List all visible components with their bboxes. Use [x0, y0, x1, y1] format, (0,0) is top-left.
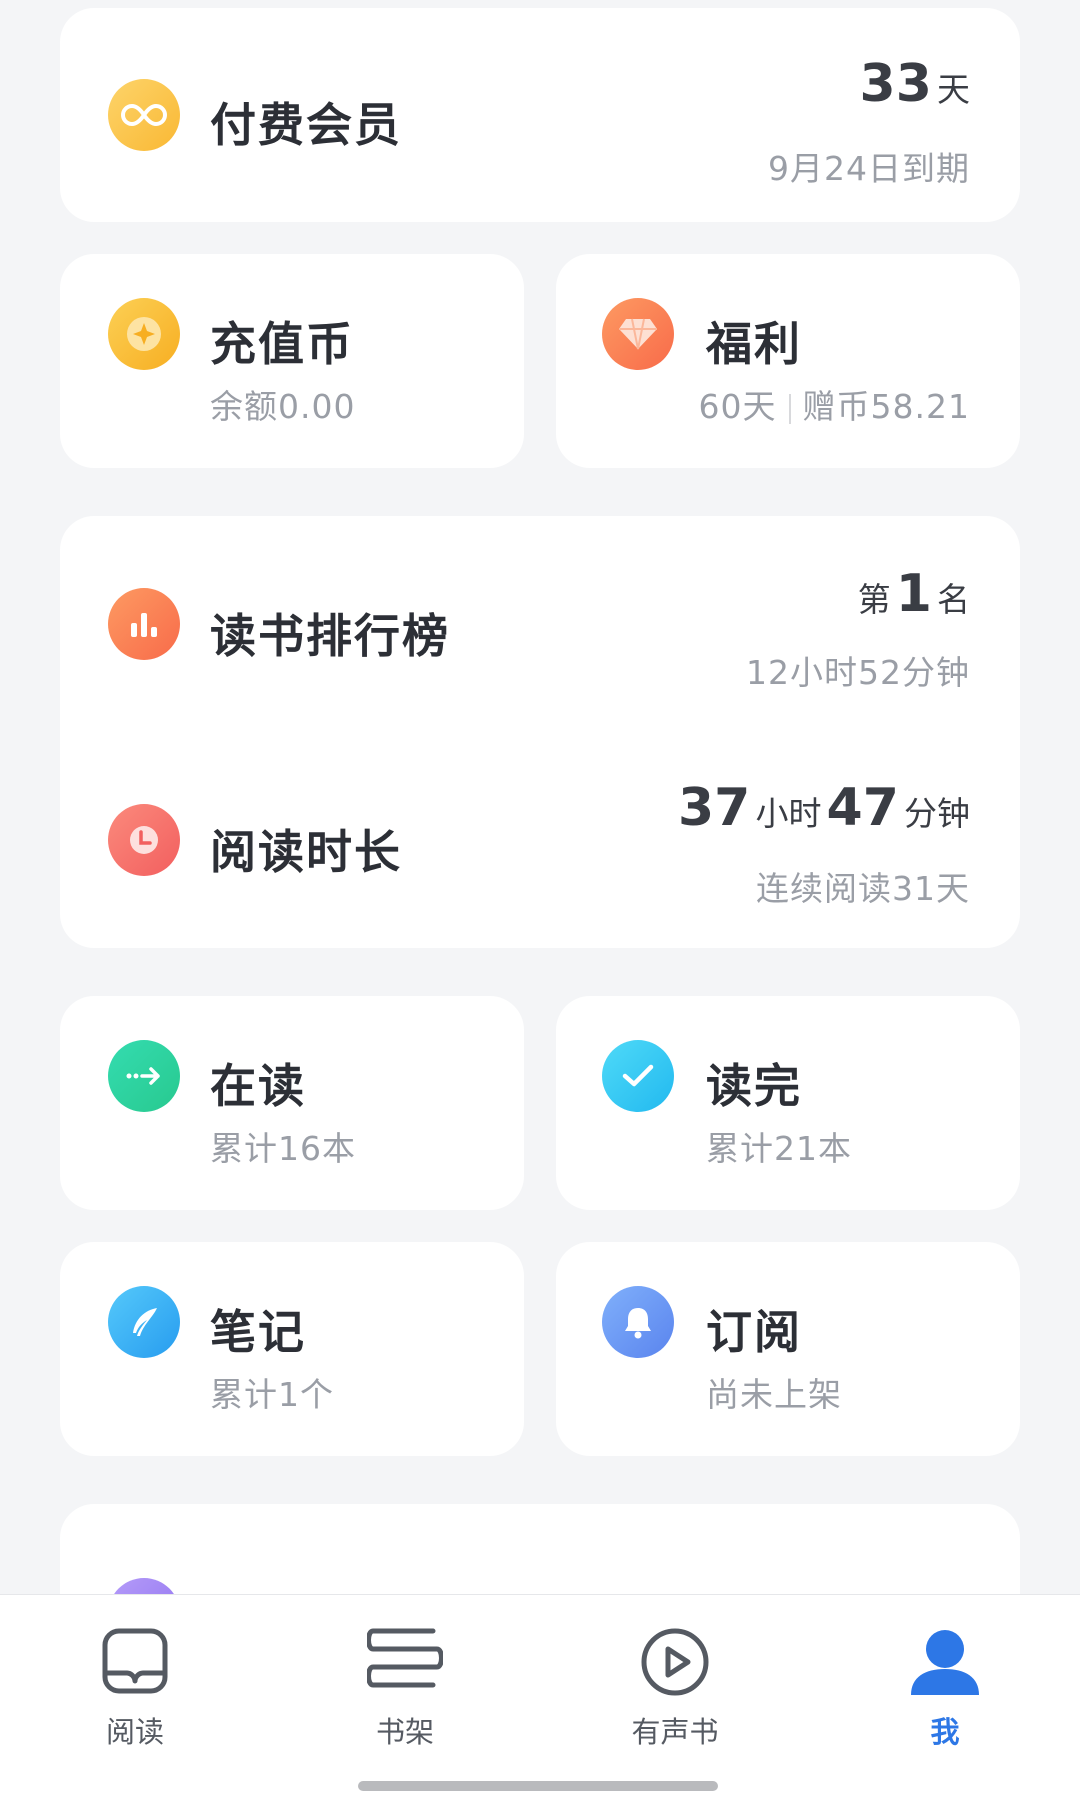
bell-icon — [602, 1286, 674, 1358]
book-icon — [101, 1627, 169, 1699]
person-icon — [909, 1627, 981, 1701]
welfare-bonus: 赠币58.21 — [802, 387, 970, 426]
tab-label: 阅读 — [105, 1715, 164, 1749]
tab-read[interactable]: 阅读 — [35, 1595, 235, 1749]
reading-title: 在读 — [210, 1059, 306, 1113]
welfare-days: 60天 — [698, 387, 777, 426]
feather-icon — [108, 1286, 180, 1358]
minutes-value: 47 — [826, 778, 899, 838]
tab-label: 书架 — [375, 1715, 434, 1749]
coin-icon — [108, 298, 180, 370]
divider — [788, 393, 791, 424]
tab-me[interactable]: 我 — [845, 1595, 1045, 1749]
reading-time-row[interactable]: 阅读时长 37 小时 47 分钟 连续阅读31天 — [60, 732, 1020, 948]
tab-label: 我 — [930, 1715, 960, 1749]
diamond-icon — [602, 298, 674, 370]
arrow-right-icon — [108, 1040, 180, 1112]
ranking-time: 12小时52分钟 — [746, 653, 970, 692]
membership-title: 付费会员 — [210, 98, 402, 152]
reading-count: 累计16本 — [210, 1129, 356, 1168]
membership-days-unit: 天 — [937, 70, 970, 109]
recharge-title: 充值币 — [210, 317, 354, 371]
reading-time-total: 37 小时 47 分钟 — [678, 778, 970, 838]
hours-unit: 小时 — [755, 794, 822, 833]
finished-count: 累计21本 — [706, 1129, 852, 1168]
play-icon — [640, 1627, 710, 1701]
tab-bar: 阅读 书架 有声书 我 — [0, 1594, 1080, 1810]
finished-card[interactable]: 读完 累计21本 — [556, 996, 1020, 1210]
notes-count: 累计1个 — [210, 1375, 334, 1414]
minutes-unit: 分钟 — [904, 794, 970, 833]
membership-expire: 9月24日到期 — [768, 149, 970, 188]
notes-title: 笔记 — [210, 1305, 306, 1359]
ranking-title: 读书排行榜 — [210, 609, 450, 663]
home-indicator — [358, 1781, 718, 1791]
welfare-info: 60天 赠币58.21 — [699, 380, 970, 428]
recharge-card[interactable]: 充值币 余额0.00 — [60, 254, 524, 468]
bookshelf-icon — [366, 1627, 444, 1693]
rank-suffix: 名 — [937, 580, 970, 619]
subscription-card[interactable]: 订阅 尚未上架 — [556, 1242, 1020, 1456]
tab-bookshelf[interactable]: 书架 — [305, 1595, 505, 1749]
ranking-row[interactable]: 读书排行榜 第 1 名 12小时52分钟 — [60, 516, 1020, 732]
rank-prefix: 第 — [857, 580, 891, 619]
tab-audiobook[interactable]: 有声书 — [575, 1595, 775, 1749]
recharge-balance: 余额0.00 — [210, 387, 356, 426]
stats-card: 读书排行榜 第 1 名 12小时52分钟 阅读时长 37 小时 47 分钟 连续… — [60, 516, 1020, 948]
check-icon — [602, 1040, 674, 1112]
infinity-icon — [108, 79, 180, 151]
tab-label: 有声书 — [631, 1715, 719, 1749]
reading-card[interactable]: 在读 累计16本 — [60, 996, 524, 1210]
clock-icon — [108, 804, 180, 876]
welfare-card[interactable]: 福利 60天 赠币58.21 — [556, 254, 1020, 468]
reading-streak: 连续阅读31天 — [756, 869, 970, 908]
rank-value: 1 — [895, 564, 932, 624]
bar-chart-icon — [108, 588, 180, 660]
finished-title: 读完 — [706, 1059, 802, 1113]
membership-days-value: 33 — [859, 54, 932, 114]
notes-card[interactable]: 笔记 累计1个 — [60, 1242, 524, 1456]
welfare-title: 福利 — [706, 317, 802, 371]
subscription-status: 尚未上架 — [706, 1375, 842, 1414]
subscription-title: 订阅 — [706, 1305, 802, 1359]
membership-days: 33 天 — [860, 54, 970, 114]
ranking-position: 第 1 名 — [858, 564, 970, 624]
membership-card[interactable]: 付费会员 33 天 9月24日到期 — [60, 8, 1020, 222]
hours-value: 37 — [677, 778, 751, 838]
reading-time-title: 阅读时长 — [210, 825, 402, 879]
